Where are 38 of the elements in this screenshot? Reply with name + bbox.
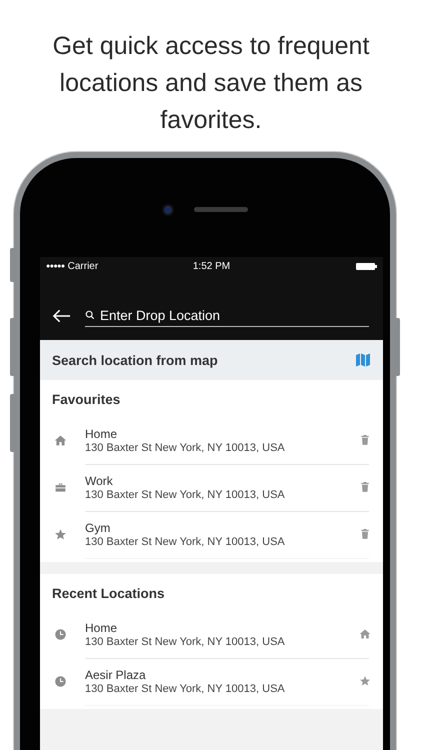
location-name: Work	[85, 474, 114, 488]
camera-lens	[162, 204, 174, 216]
search-field[interactable]: Enter Drop Location	[100, 308, 369, 322]
location-name: Gym	[85, 520, 112, 534]
location-address: 130 Baxter St New York, NY 10013, USA	[85, 488, 286, 500]
speaker-grille	[194, 207, 248, 212]
location-row[interactable]: Work 130 Baxter St New York, NY 10013, USA	[40, 464, 383, 511]
back-arrow-icon[interactable]	[52, 309, 71, 323]
star-icon[interactable]	[359, 675, 371, 687]
carrier-name: Carrier	[68, 261, 98, 272]
clock-icon	[54, 675, 67, 688]
location-name: Aesir Plaza	[85, 668, 147, 682]
battery-icon	[356, 263, 377, 270]
location-address: 130 Baxter St New York, NY 10013, USA	[85, 442, 286, 454]
location-row[interactable]: Home 130 Baxter St New York, NY 10013, USA	[40, 611, 383, 658]
location-name: Home	[85, 620, 118, 634]
location-row[interactable]: Home 130 Baxter St New York, NY 10013, USA	[40, 417, 383, 464]
trash-icon[interactable]	[359, 528, 371, 540]
trash-icon[interactable]	[359, 481, 371, 493]
headline: Get quick access to frequent locations and save them as favorites.	[52, 31, 370, 136]
home-icon[interactable]	[359, 628, 371, 640]
map-icon[interactable]	[355, 352, 371, 368]
status-time: 1:52 PM	[192, 261, 230, 272]
star-icon	[54, 528, 67, 541]
map-search-bar[interactable]: Search location from map	[40, 340, 383, 380]
home-icon	[54, 434, 67, 447]
location-row[interactable]: Gym 130 Baxter St New York, NY 10013, USA	[40, 511, 383, 558]
clock-icon	[54, 628, 67, 641]
location-row[interactable]: Aesir Plaza 130 Baxter St New York, NY 10013, USA	[40, 658, 383, 705]
section-title: Favourites	[51, 391, 122, 409]
section-title: Recent Locations	[51, 585, 166, 603]
briefcase-icon	[54, 481, 67, 494]
trash-icon[interactable]	[359, 434, 371, 446]
location-address: 130 Baxter St New York, NY 10013, USA	[85, 636, 286, 648]
location-name: Home	[85, 426, 118, 440]
location-address: 130 Baxter St New York, NY 10013, USA	[85, 536, 286, 548]
location-address: 130 Baxter St New York, NY 10013, USA	[85, 682, 286, 694]
search-icon	[85, 310, 95, 320]
